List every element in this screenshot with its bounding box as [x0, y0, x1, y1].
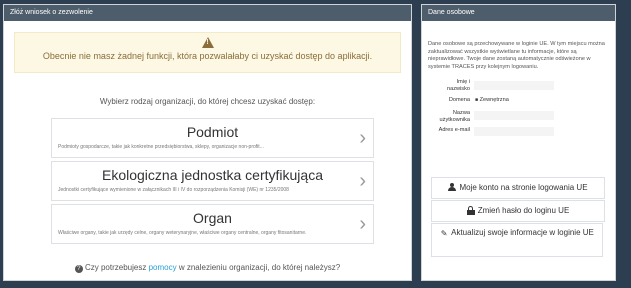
lock-icon: [466, 206, 475, 215]
my-account-button[interactable]: Moje konto na stronie logowania UE: [431, 177, 605, 199]
my-account-label: Moje konto na stronie logowania UE: [459, 183, 588, 192]
alert-text: Obecnie nie masz żadnej funkcji, która p…: [42, 51, 373, 61]
org-option-desc: Właściwe organy, takie jak urzędy celne,…: [58, 230, 307, 236]
help-text-after: w znalezieniu organizacji, do której nal…: [176, 263, 341, 272]
change-password-button[interactable]: Zmień hasło do loginu UE: [431, 200, 605, 222]
domain-label: Domena: [448, 97, 470, 103]
personal-data-form: Imię i nazwisko Domena ■ Zewnętrzna Nazw…: [422, 79, 615, 139]
email-label: Adres e-mail: [438, 127, 470, 133]
org-option-title: Ekologiczna jednostka certyfikująca: [101, 167, 323, 183]
org-option-certifying-body[interactable]: Ekologiczna jednostka certyfikująca Jedn…: [51, 161, 374, 201]
request-permission-panel: Złóż wniosek o zezwolenie ! Obecnie nie …: [3, 4, 412, 281]
name-value: [474, 81, 554, 90]
warning-alert: ! Obecnie nie masz żadnej funkcji, która…: [14, 32, 401, 73]
org-option-desc: Podmioty gospodarcze, takie jak konkretn…: [58, 144, 264, 150]
org-option-desc: Jednostki certyfikujące wymienione w zał…: [58, 187, 289, 193]
email-value: [474, 127, 554, 136]
personal-data-panel: Dane osobowe Dane osobowe są przechowywa…: [421, 4, 616, 281]
question-icon: ?: [74, 265, 83, 273]
domain-row: Domena ■ Zewnętrzna: [422, 97, 615, 109]
change-password-label: Zmień hasło do loginu UE: [477, 206, 570, 215]
help-link[interactable]: pomocy: [149, 263, 177, 272]
update-info-button[interactable]: ✎ Aktualizuj swoje informacje w loginie U…: [431, 223, 603, 257]
update-info-label: Aktualizuj swoje informacje w loginie UE: [451, 228, 594, 237]
org-option-title: Organ: [193, 210, 232, 226]
warning-icon: !: [201, 37, 214, 48]
pencil-icon: ✎: [440, 229, 448, 238]
chevron-right-icon: ›: [359, 213, 366, 235]
help-text-before: Czy potrzebujesz: [84, 263, 149, 272]
username-label-line2: użytkownika: [439, 117, 470, 123]
username-row: Nazwa użytkownika: [422, 109, 615, 127]
org-option-podmiot[interactable]: Podmiot Podmioty gospodarcze, takie jak …: [51, 118, 374, 158]
panel-title: Dane osobowe: [422, 5, 615, 21]
email-row: Adres e-mail: [422, 127, 615, 139]
chevron-right-icon: ›: [359, 170, 366, 192]
username-value: [474, 111, 554, 120]
chevron-right-icon: ›: [359, 127, 366, 149]
username-label-line1: Nazwa: [452, 110, 470, 116]
external-user-icon: ■: [475, 97, 479, 103]
domain-value: Zewnętrzna: [479, 97, 509, 103]
org-option-organ[interactable]: Organ Właściwe organy, takie jak urzędy …: [51, 204, 374, 244]
choose-org-text: Wybierz rodzaj organizacji, do której ch…: [99, 97, 316, 106]
name-label-line2: nazwisko: [446, 86, 470, 92]
name-label-line1: Imię i: [456, 79, 470, 85]
name-row: Imię i nazwisko: [422, 79, 615, 97]
user-icon: [448, 183, 457, 191]
personal-data-info: Dane osobowe są przechowywane w loginie …: [428, 41, 605, 70]
help-text: ? Czy potrzebujesz pomocy w znalezieniu …: [4, 263, 411, 273]
org-option-title: Podmiot: [186, 124, 239, 140]
panel-title: Złóż wniosek o zezwolenie: [4, 5, 411, 21]
